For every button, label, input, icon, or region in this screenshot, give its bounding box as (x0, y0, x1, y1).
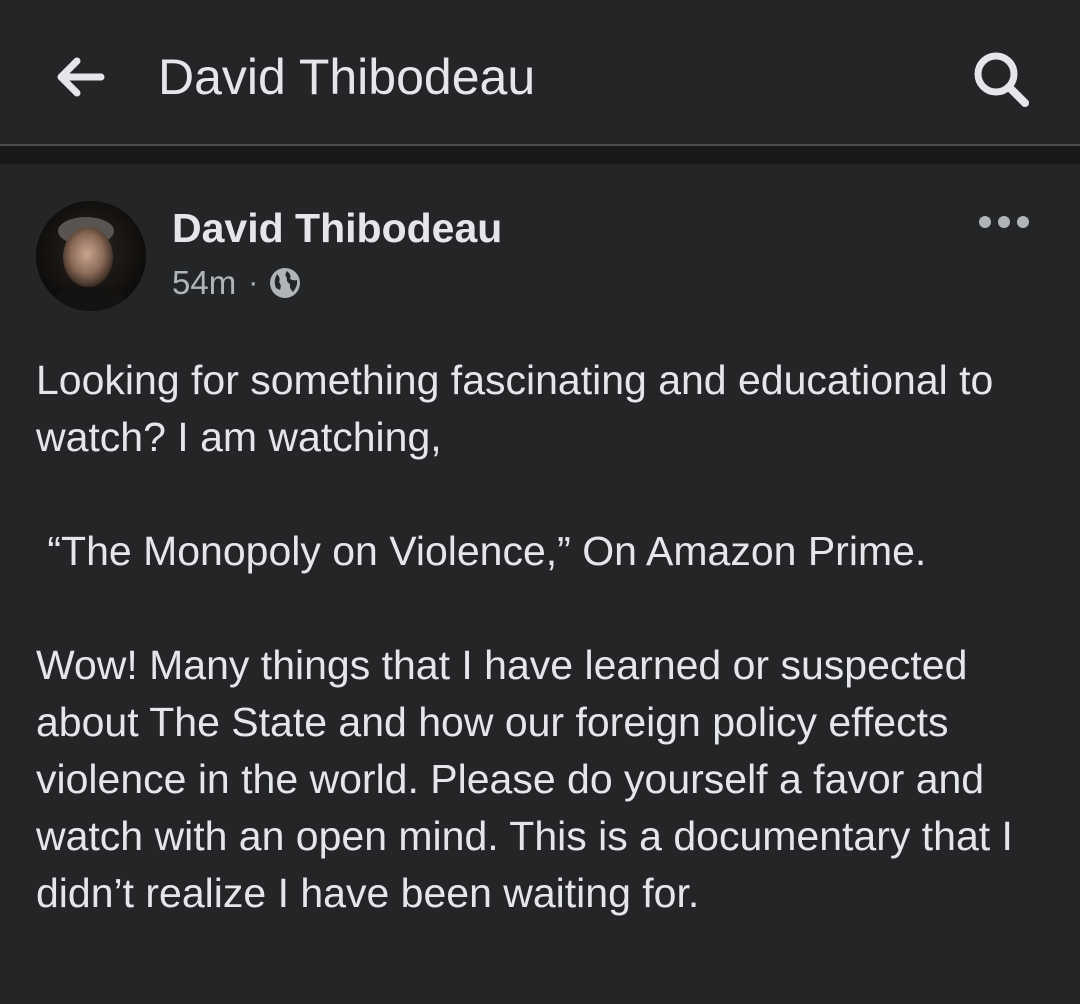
more-horizontal-icon (979, 216, 1029, 228)
more-options-button[interactable] (974, 202, 1034, 242)
post-timestamp[interactable]: 54m (172, 264, 236, 302)
app-bar: David Thibodeau (0, 0, 1080, 146)
post-paragraph-1: Looking for something fascinating and ed… (36, 357, 994, 460)
back-button[interactable] (50, 50, 110, 104)
meta-separator: · (248, 266, 259, 299)
page-title: David Thibodeau (158, 49, 536, 105)
post-card: David Thibodeau 54m · Looking for someth… (0, 164, 1080, 1004)
avatar-image (36, 201, 146, 311)
author-name[interactable]: David Thibodeau (172, 204, 502, 252)
globe-icon[interactable] (268, 266, 302, 300)
search-icon (974, 52, 1029, 107)
search-button[interactable] (966, 46, 1036, 112)
post-body: Looking for something fascinating and ed… (36, 352, 1046, 979)
arrow-left-icon (57, 57, 105, 97)
post-paragraph-3: Wow! Many things that I have learned or … (36, 642, 1013, 916)
feed-divider (0, 146, 1080, 164)
avatar[interactable] (36, 201, 146, 311)
post-meta: 54m · (172, 262, 302, 304)
post-paragraph-2: “The Monopoly on Violence,” On Amazon Pr… (36, 528, 927, 574)
